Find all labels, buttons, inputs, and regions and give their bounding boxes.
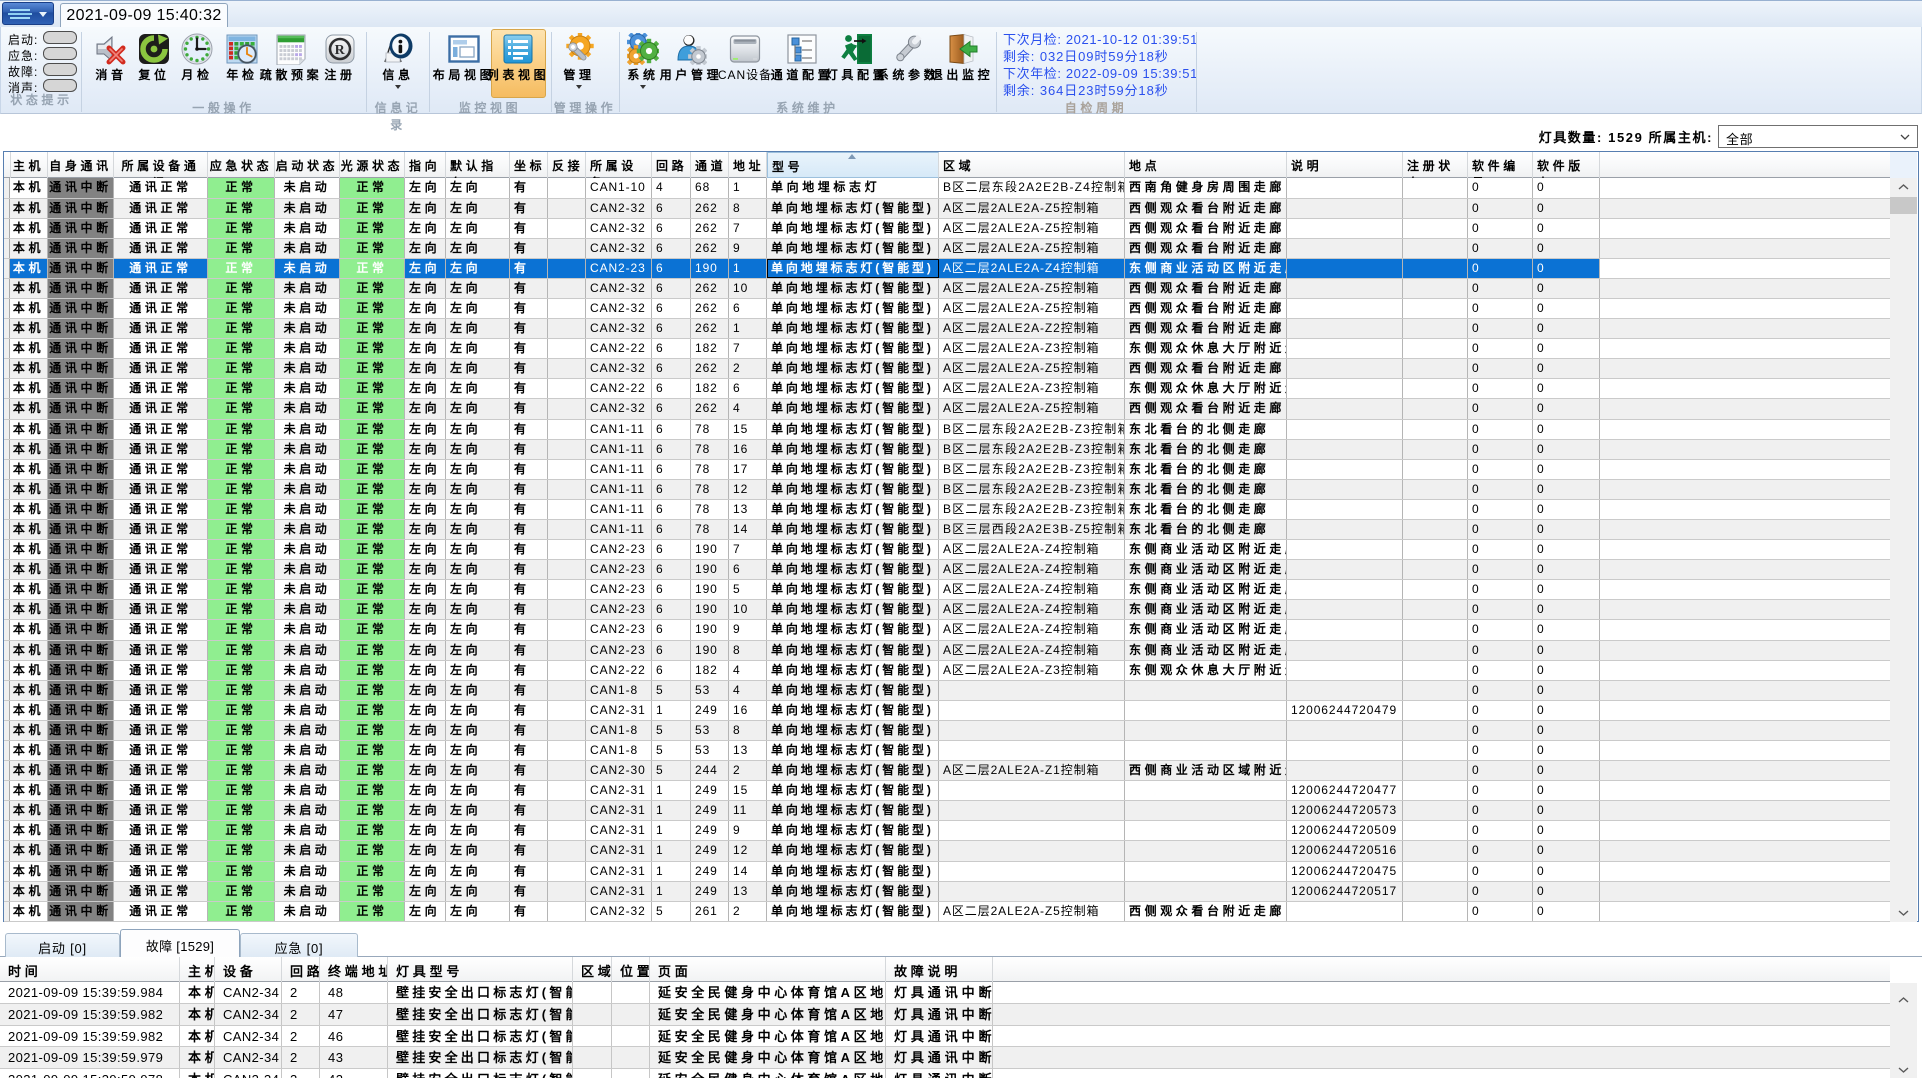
svg-text:R: R	[335, 43, 346, 58]
